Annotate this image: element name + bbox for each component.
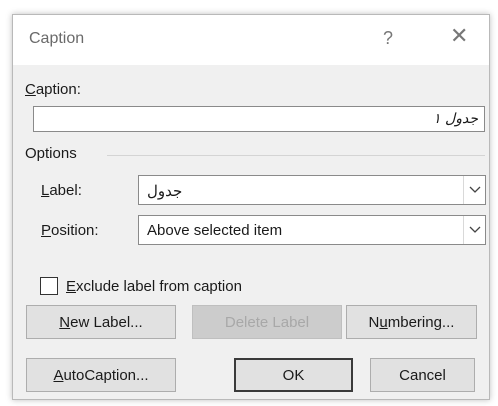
label-dropdown-value: جدول — [147, 183, 183, 200]
position-field-label: Position: — [41, 222, 99, 239]
exclude-label-checkbox[interactable] — [40, 277, 58, 295]
window-title: Caption — [29, 30, 85, 47]
caption-dialog: Caption ? ✕ Caption: جدول ١ Options Labe… — [12, 14, 490, 400]
position-dropdown-value: Above selected item — [147, 222, 283, 239]
options-group-label: Options — [25, 145, 77, 162]
options-divider — [107, 155, 485, 156]
new-label-button[interactable]: New Label... — [26, 305, 176, 339]
exclude-label-text[interactable]: Exclude label from caption — [66, 278, 242, 295]
autocaption-button[interactable]: AutoCaption... — [26, 358, 176, 392]
cancel-button[interactable]: Cancel — [370, 358, 475, 392]
chevron-down-icon[interactable] — [463, 176, 485, 204]
caption-input[interactable]: جدول ١ — [33, 106, 485, 132]
label-field-label: Label: — [41, 182, 82, 199]
caption-value: جدول ١ — [433, 111, 478, 127]
chevron-down-icon[interactable] — [463, 216, 485, 244]
position-dropdown[interactable]: Above selected item — [138, 215, 486, 245]
title-bar: Caption ? ✕ — [13, 15, 489, 65]
close-icon[interactable]: ✕ — [450, 25, 468, 47]
caption-label: Caption: — [25, 81, 81, 98]
delete-label-button[interactable]: Delete Label — [192, 305, 342, 339]
help-icon[interactable]: ? — [383, 28, 393, 49]
label-dropdown[interactable]: جدول — [138, 175, 486, 205]
numbering-button[interactable]: Nu mbering... — [346, 305, 477, 339]
ok-button[interactable]: OK — [234, 358, 353, 392]
